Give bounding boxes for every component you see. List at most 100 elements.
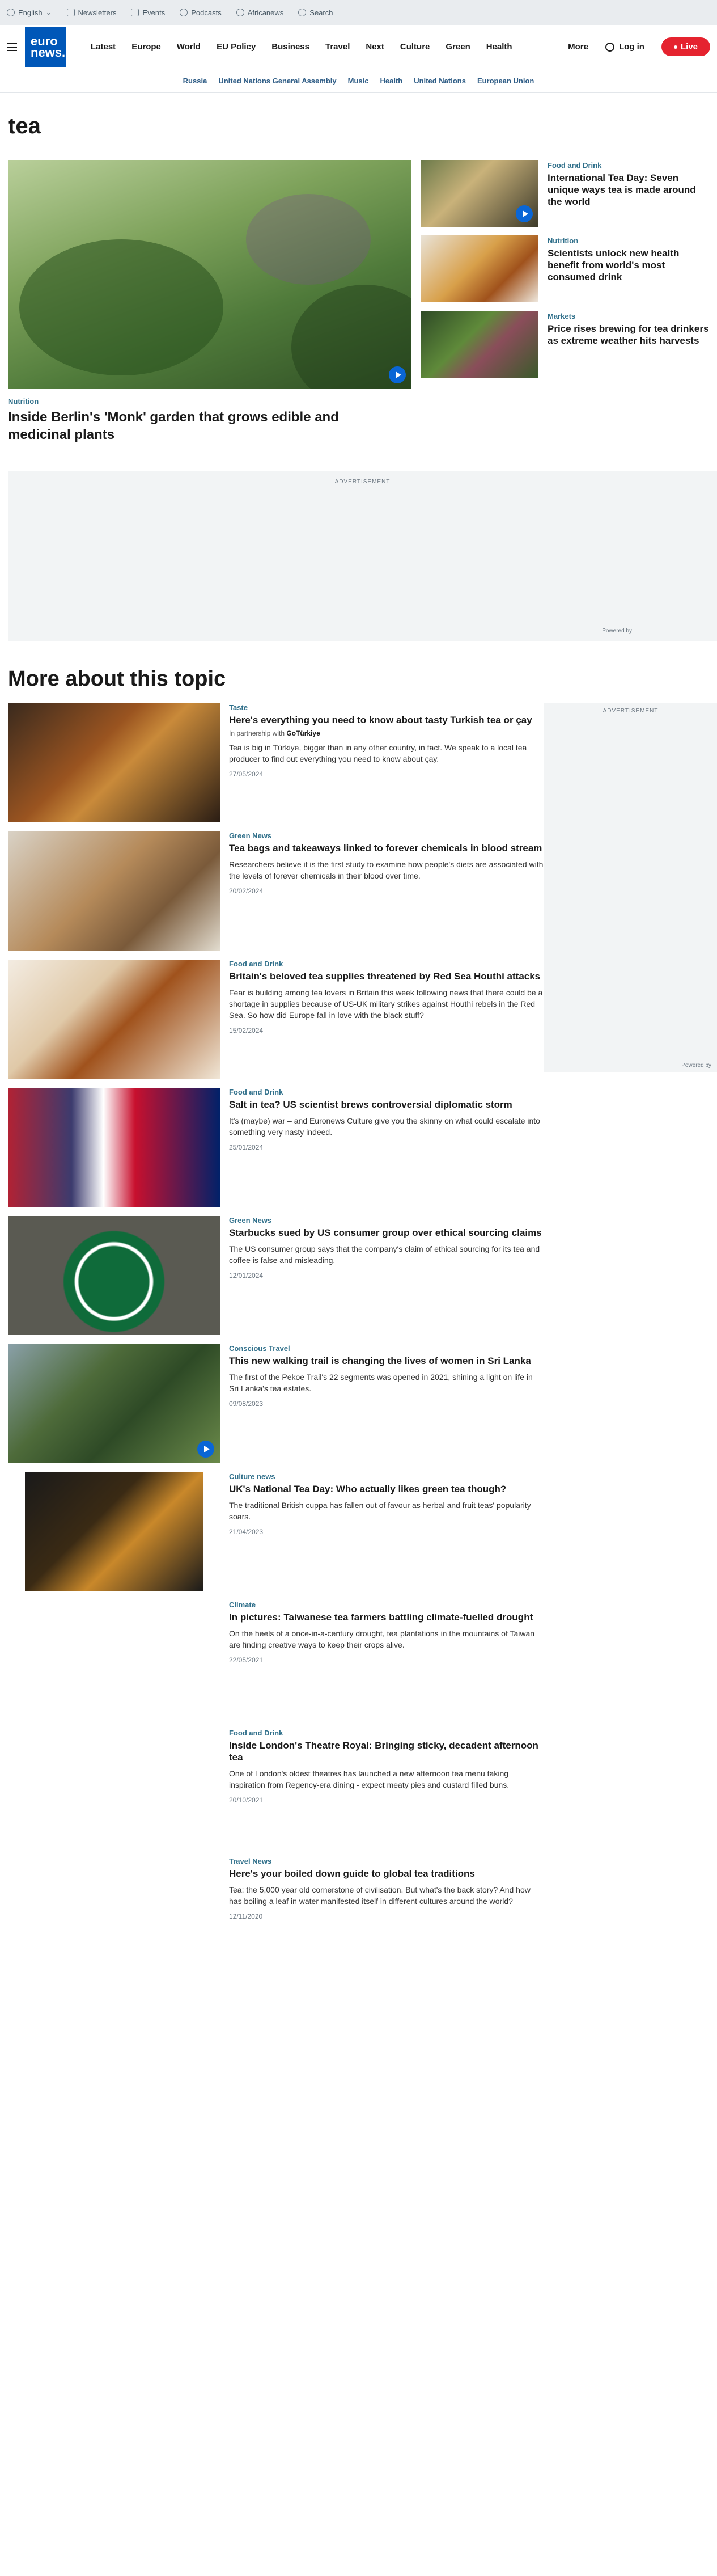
nav-link-health[interactable]: Health [486,42,512,52]
podcasts-link[interactable]: Podcasts [180,9,222,17]
article-title[interactable]: Starbucks sued by US consumer group over… [229,1227,544,1239]
nav-link-europe[interactable]: Europe [131,42,161,52]
side-article-image[interactable] [421,311,538,378]
article-kicker[interactable]: Food and Drink [229,1729,544,1737]
article-image[interactable] [8,1216,220,1335]
newsletters-link[interactable]: Newsletters [66,9,116,17]
article-kicker[interactable]: Food and Drink [229,960,544,968]
menu-icon[interactable] [7,43,17,51]
nav-link-eu-policy[interactable]: EU Policy [217,42,256,52]
article-kicker[interactable]: Conscious Travel [229,1344,544,1353]
hero-kicker[interactable]: Nutrition [8,397,39,406]
subnav-link-united-nations[interactable]: United Nations [414,77,466,85]
subnav-link-health[interactable]: Health [380,77,402,85]
article-kicker[interactable]: Taste [229,703,544,712]
page-title: tea [8,113,41,138]
article-title[interactable]: This new walking trail is changing the l… [229,1355,544,1367]
side-article-title[interactable]: International Tea Day: Seven unique ways… [548,172,712,208]
article-kicker[interactable]: Culture news [229,1472,544,1481]
article-title[interactable]: Salt in tea? US scientist brews controve… [229,1099,544,1110]
hero-title[interactable]: Inside Berlin's 'Monk' garden that grows… [8,408,405,444]
advertisement-banner[interactable]: ADVERTISEMENT Powered by [8,471,717,641]
article-kicker[interactable]: Food and Drink [229,1088,544,1096]
main-navigation: euro news. Latest Europe World EU Policy… [0,25,717,69]
side-article-kicker[interactable]: Nutrition [548,237,712,245]
nav-link-culture[interactable]: Culture [400,42,430,52]
search-icon [298,9,307,16]
side-article[interactable]: Markets Price rises brewing for tea drin… [421,311,710,378]
article-date: 09/08/2023 [229,1400,264,1408]
article-title[interactable]: Here's everything you need to know about… [229,714,544,726]
side-article-title[interactable]: Price rises brewing for tea drinkers as … [548,323,712,347]
partner-credit: In partnership with GoTürkiye [229,729,320,737]
play-video-icon[interactable] [516,205,533,222]
nav-links: Latest Europe World EU Policy Business T… [91,42,512,52]
globe-icon [7,9,15,16]
article-kicker[interactable]: Green News [229,831,544,840]
nav-link-travel[interactable]: Travel [325,42,350,52]
nav-link-business[interactable]: Business [271,42,309,52]
login-button[interactable]: Log in [605,42,644,52]
ad-powered-by: Powered by [602,628,632,634]
article-title[interactable]: Inside London's Theatre Royal: Bringing … [229,1739,544,1763]
article-image[interactable] [8,1344,220,1463]
more-menu-button[interactable]: More [568,42,588,52]
live-button[interactable]: Live [661,37,710,56]
article-title[interactable]: Britain's beloved tea supplies threatene… [229,970,544,982]
article-date: 12/01/2024 [229,1272,264,1279]
article-title[interactable]: In pictures: Taiwanese tea farmers battl… [229,1611,544,1623]
nav-right: More Log in Live [568,37,710,56]
article-kicker[interactable]: Climate [229,1601,544,1609]
nav-link-next[interactable]: Next [366,42,384,52]
language-selector[interactable]: English ⌄ [7,8,52,17]
play-video-icon[interactable] [197,1441,214,1458]
side-article-image[interactable] [421,235,538,302]
side-article[interactable]: Nutrition Scientists unlock new health b… [421,235,710,302]
article-description: The traditional British cuppa has fallen… [229,1501,531,1521]
article-description: It's (maybe) war – and Euronews Culture … [229,1116,540,1137]
article-title[interactable]: Here's your boiled down guide to global … [229,1868,544,1880]
africanews-link[interactable]: Africanews [236,9,283,17]
ad-label: ADVERTISEMENT [334,479,391,485]
article-description: The US consumer group says that the comp… [229,1244,540,1265]
euronews-logo[interactable]: euro news. [25,26,66,67]
subnav-link-unga[interactable]: United Nations General Assembly [218,77,336,85]
sidebar-advertisement[interactable]: ADVERTISEMENT Powered by [544,703,717,1072]
africanews-icon [236,9,244,16]
topic-subnav: Russia United Nations General Assembly M… [0,69,717,93]
nav-link-green[interactable]: Green [446,42,470,52]
live-dot-icon [673,45,677,49]
article-image[interactable] [8,960,220,1079]
hero-image[interactable] [8,160,411,389]
ad-label: ADVERTISEMENT [603,708,659,714]
article-image[interactable] [8,1088,220,1207]
article-date: 27/05/2024 [229,770,264,778]
subnav-link-european-union[interactable]: European Union [477,77,534,85]
side-article-kicker[interactable]: Markets [548,312,712,320]
play-video-icon[interactable] [389,366,406,383]
article-date: 25/01/2024 [229,1143,264,1151]
article-description: The first of the Pekoe Trail's 22 segmen… [229,1373,533,1393]
article-image[interactable] [8,703,220,822]
calendar-icon [131,9,139,16]
side-article-kicker[interactable]: Food and Drink [548,161,712,170]
search-button[interactable]: Search [298,9,333,17]
nav-link-world[interactable]: World [177,42,201,52]
article-date: 15/02/2024 [229,1027,264,1034]
article-image[interactable] [8,831,220,951]
article-description: Researchers believe it is the first stud… [229,860,544,880]
article-title[interactable]: UK's National Tea Day: Who actually like… [229,1483,544,1495]
events-link[interactable]: Events [131,9,165,17]
side-article-image[interactable] [421,160,538,227]
side-article[interactable]: Food and Drink International Tea Day: Se… [421,160,710,227]
article-image[interactable] [25,1472,203,1591]
article-title[interactable]: Tea bags and takeaways linked to forever… [229,842,544,854]
subnav-link-music[interactable]: Music [348,77,369,85]
article-kicker[interactable]: Travel News [229,1857,544,1865]
article-date: 22/05/2021 [229,1656,264,1664]
nav-link-latest[interactable]: Latest [91,42,116,52]
more-topic-heading: More about this topic [8,667,226,691]
subnav-link-russia[interactable]: Russia [183,77,207,85]
article-kicker[interactable]: Green News [229,1216,544,1224]
side-article-title[interactable]: Scientists unlock new health benefit fro… [548,247,712,283]
